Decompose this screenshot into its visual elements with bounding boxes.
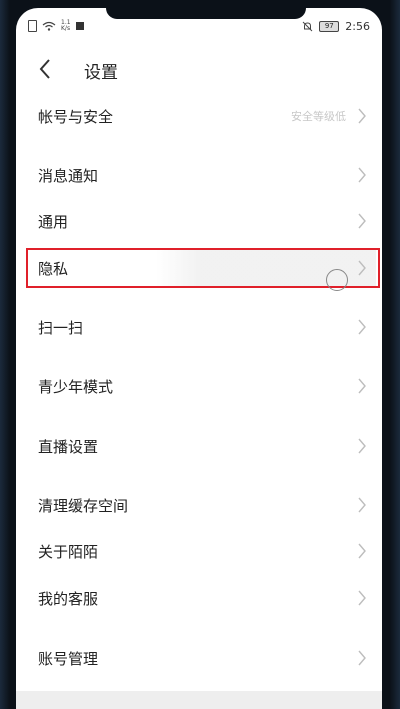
- row-live-settings[interactable]: 直播设置: [16, 426, 382, 466]
- row-label: 消息通知: [38, 167, 99, 185]
- page-title: 设置: [84, 63, 118, 83]
- row-customer-service[interactable]: 我的客服: [16, 578, 382, 618]
- row-label: 帐号与安全: [38, 108, 114, 126]
- battery-icon: 97: [319, 21, 340, 32]
- page-header: 设置: [16, 50, 382, 90]
- screen: 1.1 K/s 97 2:56 设置 帐号与安全 安全等级低 消息通知 通用 隐…: [16, 8, 382, 709]
- chevron-right-icon: [358, 378, 366, 394]
- status-bar: 1.1 K/s 97 2:56: [16, 16, 382, 38]
- row-about[interactable]: 关于陌陌: [16, 531, 382, 571]
- row-label: 青少年模式: [38, 378, 114, 396]
- row-label: 扫一扫: [38, 319, 84, 337]
- wifi-icon: [42, 21, 56, 31]
- chevron-right-icon: [358, 108, 366, 124]
- security-level-hint: 安全等级低: [291, 110, 346, 123]
- row-label: 关于陌陌: [38, 543, 99, 561]
- status-left: 1.1 K/s: [28, 20, 84, 32]
- row-general[interactable]: 通用: [16, 201, 382, 241]
- chevron-right-icon: [358, 213, 366, 229]
- network-speed-unit: K/s: [61, 25, 71, 32]
- chevron-right-icon: [358, 590, 366, 606]
- chevron-right-icon: [358, 438, 366, 454]
- row-account-management[interactable]: 账号管理: [16, 638, 382, 678]
- row-label: 我的客服: [38, 590, 99, 608]
- chevron-right-icon: [358, 167, 366, 183]
- bottom-divider-bar: [16, 691, 382, 709]
- chevron-right-icon: [358, 650, 366, 666]
- network-speed: 1.1 K/s: [61, 20, 71, 32]
- back-arrow-icon[interactable]: [38, 58, 52, 80]
- chevron-right-icon: [358, 543, 366, 559]
- touch-indicator: [326, 269, 348, 291]
- row-label: 通用: [38, 213, 69, 231]
- row-notifications[interactable]: 消息通知: [16, 155, 382, 195]
- bell-off-icon: [302, 21, 313, 32]
- row-label: 账号管理: [38, 650, 99, 668]
- row-label: 直播设置: [38, 438, 99, 456]
- chevron-right-icon: [358, 319, 366, 335]
- status-right: 97 2:56: [302, 20, 370, 33]
- phone-frame: 1.1 K/s 97 2:56 设置 帐号与安全 安全等级低 消息通知 通用 隐…: [0, 0, 400, 709]
- notification-square-icon: [75, 22, 84, 30]
- sim-card-icon: [28, 20, 37, 32]
- row-label: 清理缓存空间: [38, 497, 129, 515]
- status-time: 2:56: [345, 20, 370, 33]
- row-scan[interactable]: 扫一扫: [16, 307, 382, 347]
- chevron-right-icon: [358, 497, 366, 513]
- row-account-security[interactable]: 帐号与安全 安全等级低: [16, 96, 382, 136]
- row-teen-mode[interactable]: 青少年模式: [16, 366, 382, 406]
- row-clear-cache[interactable]: 清理缓存空间: [16, 485, 382, 525]
